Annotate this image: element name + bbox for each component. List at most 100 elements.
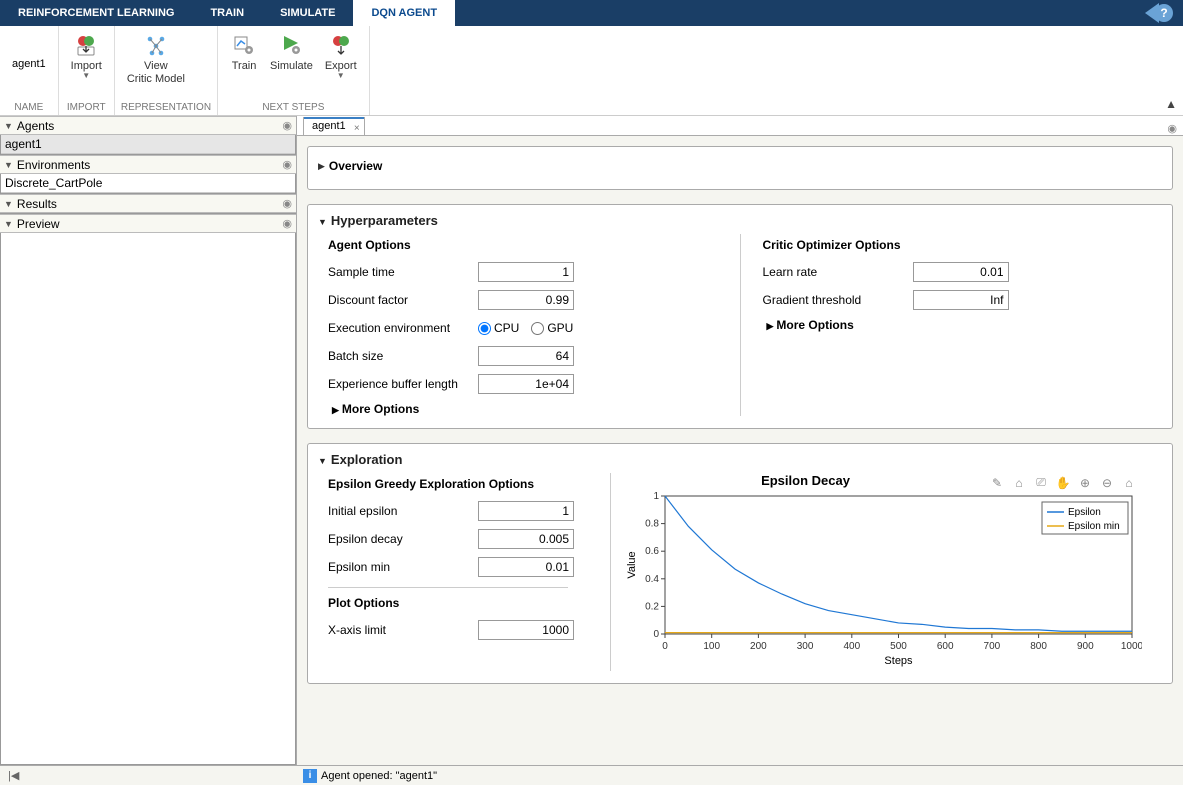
chart-title: Epsilon Decay [623,473,988,488]
simulate-label: Simulate [270,60,313,73]
prev-status-icon[interactable]: |◀ [8,769,19,782]
batch-size-input[interactable] [478,346,574,366]
svg-text:1: 1 [653,491,659,502]
sample-time-label: Sample time [328,265,478,279]
svg-text:Steps: Steps [884,655,913,667]
panel-header-environments[interactable]: ▼ Environments ◉ [0,155,296,174]
panel-pin-icon[interactable]: ◉ [282,197,292,210]
view-critic-label: View Critic Model [127,60,185,86]
train-icon [231,32,257,58]
critic-options-head: Critic Optimizer Options [763,238,1143,252]
panel-header-results[interactable]: ▼ Results ◉ [0,194,296,213]
overview-section-header[interactable]: ▶ Overview [318,155,1162,177]
panel-pin-icon[interactable]: ◉ [282,119,292,132]
top-tab-bar: REINFORCEMENT LEARNING TRAIN SIMULATE DQ… [0,0,1183,26]
initial-eps-label: Initial epsilon [328,504,478,518]
agent-more-options[interactable]: ▶More Options [332,402,708,416]
eps-greedy-head: Epsilon Greedy Exploration Options [328,477,578,491]
eps-decay-label: Epsilon decay [328,532,478,546]
exec-env-label: Execution environment [328,321,478,335]
xlimit-input[interactable] [478,620,574,640]
batch-size-label: Batch size [328,349,478,363]
svg-text:800: 800 [1030,641,1047,652]
collapse-toolstrip-icon[interactable]: ▲ [1165,97,1177,111]
svg-text:600: 600 [937,641,954,652]
svg-text:1000: 1000 [1121,641,1142,652]
panel-title-preview: Preview [17,217,60,231]
svg-text:Epsilon: Epsilon [1068,507,1101,518]
panel-header-agents[interactable]: ▼ Agents ◉ [0,116,296,135]
agent-options-head: Agent Options [328,238,708,252]
exploration-section-header[interactable]: ▼Exploration [318,452,1162,467]
sample-time-input[interactable] [478,262,574,282]
editor: agent1 × ◉ ▶ Overview ▼Hyperparameters [297,116,1183,765]
svg-text:0: 0 [653,629,659,640]
svg-text:0.6: 0.6 [645,546,659,557]
view-critic-model-button[interactable]: View Critic Model [121,30,191,88]
svg-text:0.2: 0.2 [645,601,659,612]
exploration-title: Exploration [331,452,403,467]
exec-env-cpu-radio[interactable]: CPU [478,321,519,335]
train-button[interactable]: Train [224,30,264,75]
learn-rate-input[interactable] [913,262,1009,282]
svg-text:300: 300 [797,641,814,652]
eps-min-input[interactable] [478,557,574,577]
plot-options-head: Plot Options [328,596,578,610]
xlimit-label: X-axis limit [328,623,478,637]
svg-text:Epsilon min: Epsilon min [1068,521,1120,532]
critic-more-options[interactable]: ▶More Options [767,318,1143,332]
svg-text:200: 200 [750,641,767,652]
panel-title-results: Results [17,197,57,211]
sidebar: ▼ Agents ◉ agent1 ▼ Environments ◉ Discr… [0,116,297,765]
grad-thresh-input[interactable] [913,290,1009,310]
group-label-nextsteps: NEXT STEPS [224,102,363,115]
document-tab-agent1[interactable]: agent1 × [303,117,365,135]
export-button[interactable]: Export ▼ [319,30,363,82]
panel-pin-icon[interactable]: ◉ [282,158,292,171]
svg-text:0.8: 0.8 [645,519,659,530]
status-text: Agent opened: "agent1" [321,770,437,782]
simulate-button[interactable]: Simulate [264,30,319,75]
toolstrip: agent1 NAME Import ▼ IMPORT [0,26,1183,116]
critic-model-icon [143,32,169,58]
top-tab-dqnagent[interactable]: DQN AGENT [353,0,455,26]
status-bar: |◀ i Agent opened: "agent1" [0,765,1183,785]
simulate-icon [278,32,304,58]
top-tab-rl[interactable]: REINFORCEMENT LEARNING [0,0,192,26]
panel-pin-icon[interactable]: ◉ [282,217,292,230]
discount-factor-label: Discount factor [328,293,478,307]
svg-text:400: 400 [843,641,860,652]
panel-title-environments: Environments [17,158,90,172]
exp-buf-len-label: Experience buffer length [328,377,478,391]
export-icon [328,32,354,58]
info-icon: i [303,769,317,783]
environments-list-item[interactable]: Discrete_CartPole [1,174,295,193]
doc-pin-icon[interactable]: ◉ [1167,122,1177,135]
top-tab-train[interactable]: TRAIN [192,0,262,26]
agents-list-item[interactable]: agent1 [1,135,295,154]
top-tab-simulate[interactable]: SIMULATE [262,0,353,26]
hyper-section-header[interactable]: ▼Hyperparameters [318,213,1162,228]
svg-text:Value: Value [626,551,638,578]
exp-buf-len-input[interactable] [478,374,574,394]
overview-title: Overview [329,159,382,173]
eps-decay-input[interactable] [478,529,574,549]
help-icon: ? [1155,4,1173,22]
svg-text:500: 500 [890,641,907,652]
group-label-import: IMPORT [65,102,108,115]
svg-text:900: 900 [1077,641,1094,652]
exec-env-gpu-radio[interactable]: GPU [531,321,573,335]
eps-min-label: Epsilon min [328,560,478,574]
agent-name-label: agent1 [6,30,52,70]
help-button[interactable]: ? [1143,3,1179,23]
dropdown-icon: ▼ [82,71,90,80]
svg-text:0.4: 0.4 [645,574,659,585]
panel-header-preview[interactable]: ▼ Preview ◉ [0,214,296,233]
discount-factor-input[interactable] [478,290,574,310]
initial-eps-input[interactable] [478,501,574,521]
import-button[interactable]: Import ▼ [65,30,108,82]
hyper-title: Hyperparameters [331,213,438,228]
group-label-representation: REPRESENTATION [121,102,211,115]
close-icon[interactable]: × [354,120,360,137]
grad-thresh-label: Gradient threshold [763,293,913,307]
